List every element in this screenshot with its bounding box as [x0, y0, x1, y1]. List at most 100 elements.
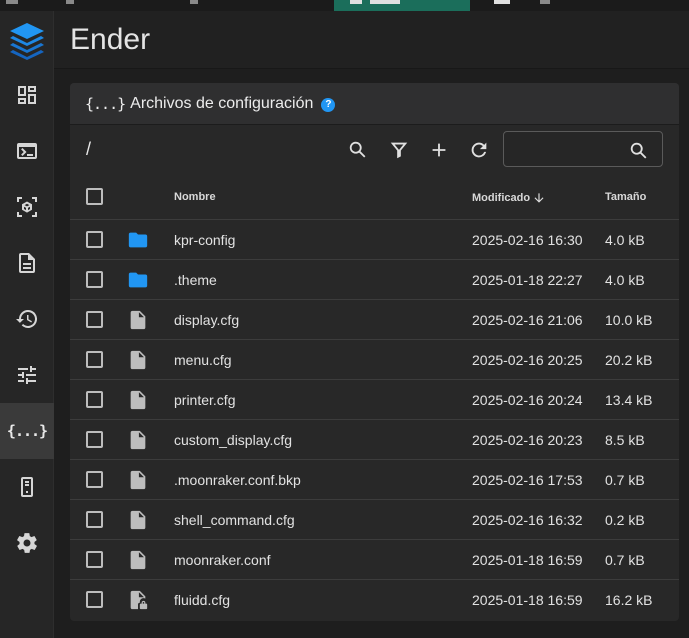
- server-icon: [21, 477, 33, 497]
- column-header-name[interactable]: Nombre: [174, 191, 216, 203]
- table-header: Nombre Modificado Tamaño: [70, 176, 679, 220]
- sidebar-item-dashboard[interactable]: [0, 67, 54, 123]
- file-size: 16.2 kB: [605, 592, 653, 608]
- file-name[interactable]: printer.cfg: [174, 392, 235, 408]
- history-icon: [16, 309, 38, 328]
- search-field[interactable]: [503, 131, 663, 167]
- table-row[interactable]: printer.cfg 2025-02-16 20:24 13.4 kB: [70, 380, 679, 420]
- file-icon: [130, 430, 146, 450]
- browser-tab-strip: [0, 0, 689, 11]
- file-size: 0.7 kB: [605, 552, 645, 568]
- file-modified: 2025-02-16 20:23: [472, 432, 583, 448]
- table-row[interactable]: menu.cfg 2025-02-16 20:25 20.2 kB: [70, 340, 679, 380]
- dashboard-icon: [18, 86, 36, 104]
- file-icon: [130, 550, 146, 570]
- file-size: 8.5 kB: [605, 432, 645, 448]
- tab-fragment: [540, 0, 550, 4]
- file-icon: [130, 470, 146, 490]
- sidebar-item-console[interactable]: [0, 123, 54, 179]
- plus-icon: [432, 143, 446, 157]
- tab-fragment: [6, 0, 18, 4]
- refresh-button[interactable]: [465, 136, 493, 164]
- tab-fragment: [494, 0, 510, 4]
- sidebar-item-history[interactable]: [0, 291, 54, 347]
- file-name[interactable]: shell_command.cfg: [174, 512, 295, 528]
- folder-icon: [128, 232, 148, 248]
- file-size: 4.0 kB: [605, 232, 645, 248]
- file-modified: 2025-01-18 16:59: [472, 592, 583, 608]
- file-document-icon: [19, 253, 35, 273]
- select-all-checkbox[interactable]: [86, 188, 103, 205]
- table-row[interactable]: .moonraker.conf.bkp 2025-02-16 17:53 0.7 k…: [70, 460, 679, 500]
- row-checkbox[interactable]: [86, 591, 103, 608]
- app-bar: Ender: [54, 11, 689, 69]
- sidebar-item-tune[interactable]: [0, 347, 54, 403]
- row-checkbox[interactable]: [86, 551, 103, 568]
- file-name[interactable]: .moonraker.conf.bkp: [174, 472, 301, 488]
- file-icon: [130, 510, 146, 530]
- code-braces-icon: {...}: [6, 422, 48, 440]
- breadcrumb[interactable]: /: [86, 139, 91, 160]
- row-checkbox[interactable]: [86, 311, 103, 328]
- file-modified: 2025-01-18 16:59: [472, 552, 583, 568]
- row-checkbox[interactable]: [86, 271, 103, 288]
- sidebar: {...}: [0, 11, 54, 638]
- file-name[interactable]: kpr-config: [174, 232, 235, 248]
- active-browser-tab[interactable]: [334, 0, 470, 11]
- file-size: 10.0 kB: [605, 312, 653, 328]
- table-row[interactable]: fluidd.cfg 2025-01-18 16:59 16.2 kB: [70, 580, 679, 620]
- file-modified: 2025-02-16 20:24: [472, 392, 583, 408]
- file-size: 0.7 kB: [605, 472, 645, 488]
- folder-icon: [128, 272, 148, 288]
- table-row[interactable]: .theme 2025-01-18 22:27 4.0 kB: [70, 260, 679, 300]
- file-name[interactable]: custom_display.cfg: [174, 432, 292, 448]
- fluidd-logo-icon[interactable]: [8, 21, 46, 61]
- app-title: Ender: [70, 23, 151, 56]
- search-input[interactable]: [512, 139, 622, 159]
- table-row[interactable]: moonraker.conf 2025-01-18 16:59 0.7 kB: [70, 540, 679, 580]
- file-name[interactable]: menu.cfg: [174, 352, 232, 368]
- column-header-size[interactable]: Tamaño: [605, 191, 646, 203]
- sidebar-item-jobs[interactable]: [0, 235, 54, 291]
- search-icon: [630, 142, 647, 159]
- arrow-down-icon: [534, 193, 544, 203]
- add-button[interactable]: [425, 136, 453, 164]
- column-header-modified-label: Modificado: [472, 192, 531, 204]
- row-checkbox[interactable]: [86, 511, 103, 528]
- file-size: 13.4 kB: [605, 392, 653, 408]
- sidebar-item-settings[interactable]: [0, 515, 54, 571]
- search-button[interactable]: [344, 136, 372, 164]
- row-checkbox[interactable]: [86, 231, 103, 248]
- file-name[interactable]: .theme: [174, 272, 217, 288]
- help-icon[interactable]: ?: [321, 97, 336, 112]
- tune-icon: [18, 366, 36, 384]
- file-name[interactable]: display.cfg: [174, 312, 239, 328]
- sidebar-item-system[interactable]: [0, 459, 54, 515]
- file-name[interactable]: fluidd.cfg: [174, 592, 230, 608]
- table-row[interactable]: kpr-config 2025-02-16 16:30 4.0 kB: [70, 220, 679, 260]
- filter-button[interactable]: [385, 136, 413, 164]
- file-modified: 2025-01-18 22:27: [472, 272, 583, 288]
- column-header-modified[interactable]: Modificado: [472, 191, 546, 205]
- row-checkbox[interactable]: [86, 391, 103, 408]
- table-row[interactable]: shell_command.cfg 2025-02-16 16:32 0.2 kB: [70, 500, 679, 540]
- console-icon: [17, 143, 37, 159]
- sidebar-item-configuration[interactable]: {...}: [0, 403, 54, 459]
- table-row[interactable]: custom_display.cfg 2025-02-16 20:23 8.5 kB: [70, 420, 679, 460]
- file-modified: 2025-02-16 20:25: [472, 352, 583, 368]
- file-size: 0.2 kB: [605, 512, 645, 528]
- tab-fragment: [190, 0, 198, 4]
- file-size: 4.0 kB: [605, 272, 645, 288]
- file-name[interactable]: moonraker.conf: [174, 552, 271, 568]
- file-toolbar: /: [70, 126, 679, 172]
- file-icon: [130, 390, 146, 410]
- code-braces-icon: {...}: [85, 94, 126, 113]
- card-title: Archivos de configuración: [130, 94, 314, 112]
- table-row[interactable]: display.cfg 2025-02-16 21:06 10.0 kB: [70, 300, 679, 340]
- row-checkbox[interactable]: [86, 431, 103, 448]
- file-lock-icon: [130, 590, 148, 610]
- row-checkbox[interactable]: [86, 351, 103, 368]
- file-modified: 2025-02-16 21:06: [472, 312, 583, 328]
- sidebar-item-preview[interactable]: [0, 179, 54, 235]
- row-checkbox[interactable]: [86, 471, 103, 488]
